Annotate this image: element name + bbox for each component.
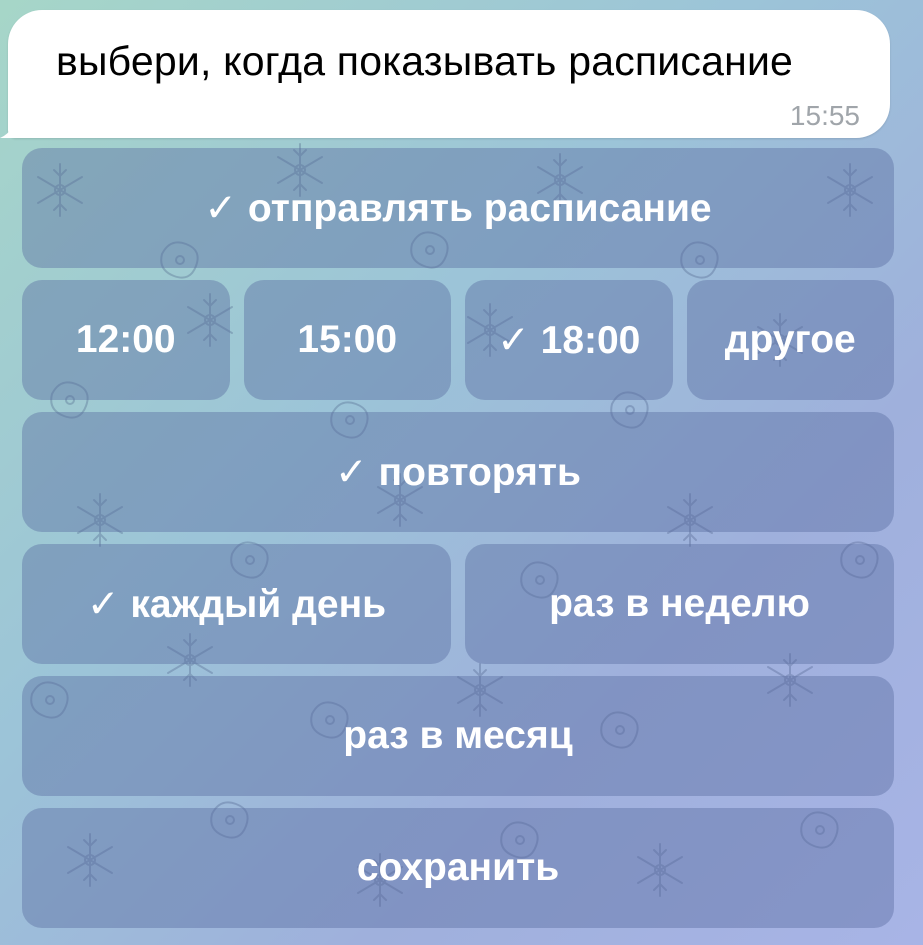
time-1200-button[interactable]: 12:00 (22, 280, 230, 400)
message-text: выбери, когда показывать расписание (56, 38, 794, 84)
keyboard-row: 12:00 15:00 ✓ 18:00 другое (22, 280, 894, 400)
monthly-button[interactable]: раз в месяц (22, 676, 894, 796)
repeat-button[interactable]: ✓ повторять (22, 412, 894, 532)
keyboard-row: сохранить (22, 808, 894, 928)
time-1500-button[interactable]: 15:00 (243, 280, 451, 400)
time-1800-button[interactable]: ✓ 18:00 (465, 280, 673, 400)
every-day-button[interactable]: ✓ каждый день (22, 544, 451, 664)
keyboard-row: раз в месяц (22, 676, 894, 796)
bubble-tail-icon (0, 116, 22, 138)
save-button[interactable]: сохранить (22, 808, 894, 928)
message-bubble: выбери, когда показывать расписание 15:5… (8, 10, 890, 138)
time-other-button[interactable]: другое (686, 280, 894, 400)
keyboard-row: ✓ отправлять расписание (22, 148, 894, 268)
message-time: 15:55 (789, 100, 860, 131)
keyboard-row: ✓ каждый день раз в неделю (22, 544, 894, 664)
send-schedule-button[interactable]: ✓ отправлять расписание (22, 148, 894, 268)
keyboard-row: ✓ повторять (22, 412, 894, 532)
inline-keyboard: ✓ отправлять расписание 12:00 15:00 ✓ 18… (22, 148, 894, 940)
weekly-button[interactable]: раз в неделю (465, 544, 894, 664)
